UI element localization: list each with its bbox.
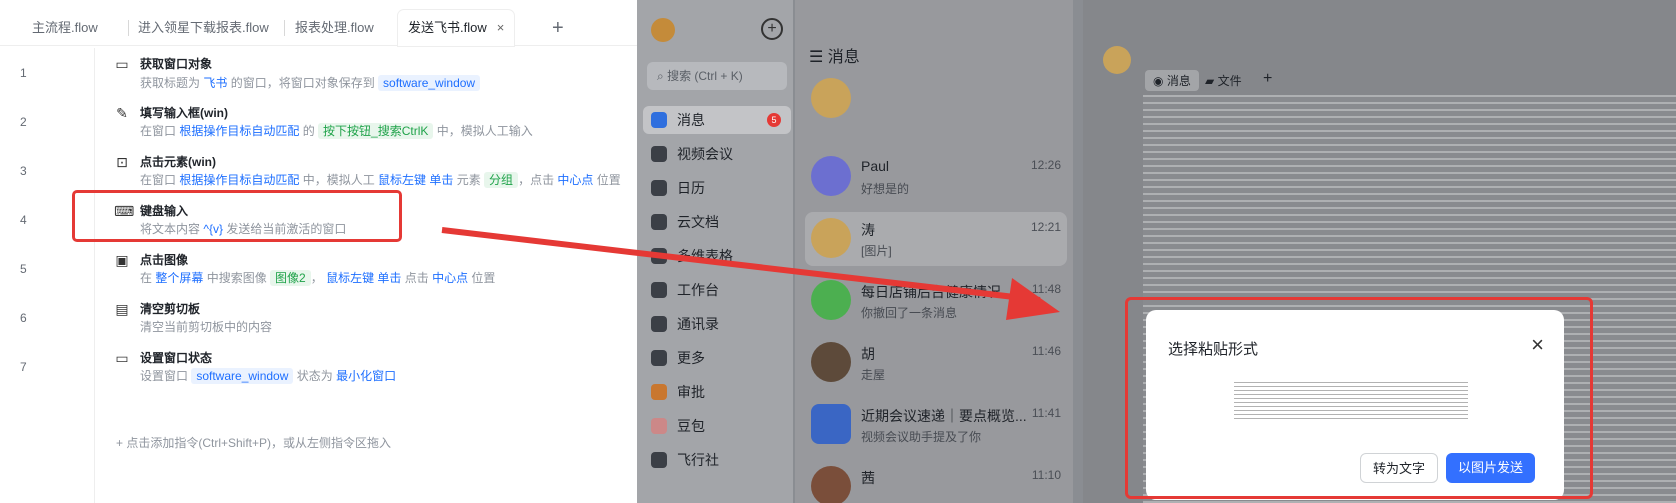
annotation-arrow <box>441 227 1060 320</box>
